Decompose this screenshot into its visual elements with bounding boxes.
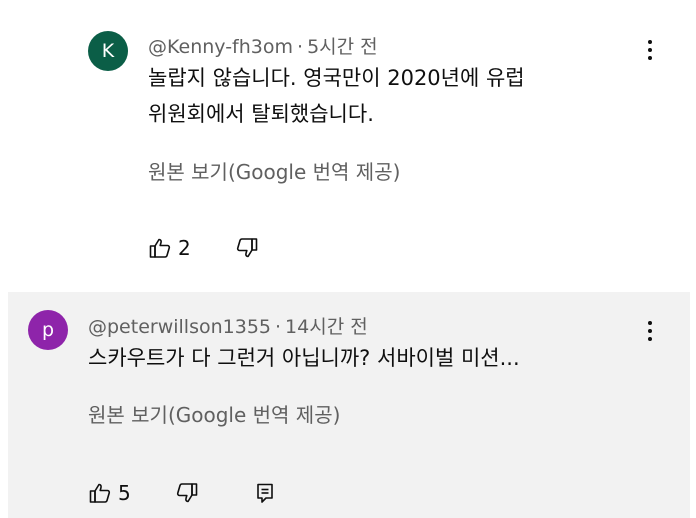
like-count: 5 xyxy=(118,481,131,505)
avatar-letter: p xyxy=(41,319,55,341)
comment-actions: 2 xyxy=(148,236,259,260)
see-original-link[interactable]: 원본 보기(Google 번역 제공) xyxy=(148,156,400,185)
comment-item: p @peterwillson1355 · 14시간 전 스카우트가 다 그런거 아… xyxy=(8,292,690,518)
comment-text: 스카우트가 다 그런거 아닙니까? 서바이벌 미션... xyxy=(88,346,520,370)
more-vert-icon xyxy=(648,40,652,44)
more-actions-button[interactable] xyxy=(638,35,662,65)
like-button[interactable]: 5 xyxy=(88,481,131,505)
more-vert-icon-dot xyxy=(648,56,652,60)
like-count: 2 xyxy=(178,236,191,260)
thumb-down-icon xyxy=(176,483,198,503)
more-vert-icon-dot xyxy=(648,329,652,333)
more-vert-icon-dot xyxy=(648,48,652,52)
more-actions-button[interactable] xyxy=(638,316,662,346)
comment-author[interactable]: @peterwillson1355 xyxy=(88,316,271,338)
separator: · xyxy=(275,316,282,338)
thumb-up-icon xyxy=(89,483,111,503)
comment-item: K @Kenny-fh3om · 5시간 전 놀랍지 않습니다. 영국만이 2020… xyxy=(0,0,696,292)
comment-time[interactable]: 14시간 전 xyxy=(285,316,368,338)
see-original-link[interactable]: 원본 보기(Google 번역 제공) xyxy=(88,399,340,428)
comment-time[interactable]: 5시간 전 xyxy=(307,36,378,58)
more-vert-icon-dot xyxy=(648,337,652,341)
more-vert-icon xyxy=(648,321,652,325)
comment-author[interactable]: @Kenny-fh3om xyxy=(148,36,293,58)
avatar[interactable]: p xyxy=(28,310,68,350)
comment-text: 놀랍지 않습니다. 영국만이 2020년에 유럽 위원회에서 탈퇴했습니다. xyxy=(148,66,525,126)
avatar[interactable]: K xyxy=(88,31,128,71)
separator: · xyxy=(297,36,304,58)
comment-header: @peterwillson1355 · 14시간 전 xyxy=(88,312,368,339)
avatar-letter: K xyxy=(101,40,115,62)
thumb-up-icon xyxy=(149,238,171,258)
reply-icon xyxy=(256,483,273,503)
comment-header: @Kenny-fh3om · 5시간 전 xyxy=(148,32,378,59)
dislike-button[interactable] xyxy=(235,236,259,260)
comment-actions: 5 xyxy=(88,481,277,505)
reply-button[interactable] xyxy=(253,481,277,505)
thumb-down-icon xyxy=(236,238,258,258)
dislike-button[interactable] xyxy=(175,481,199,505)
like-button[interactable]: 2 xyxy=(148,236,191,260)
